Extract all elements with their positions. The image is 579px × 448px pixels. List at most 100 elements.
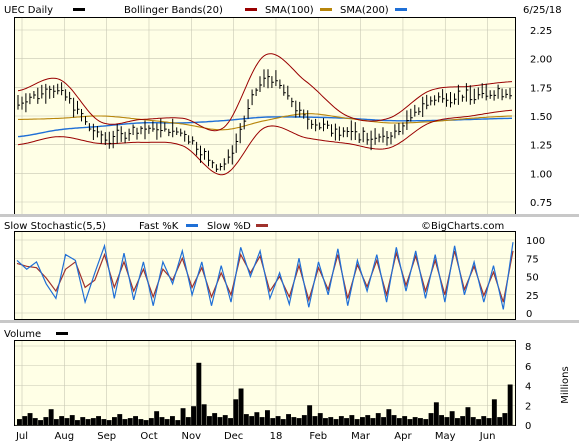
volume-bar <box>333 419 339 425</box>
x-tick-label: Oct <box>140 431 157 442</box>
volume-bar <box>344 418 349 425</box>
sma200-swatch <box>395 8 407 11</box>
price-y-tick-label: 1.00 <box>530 169 552 180</box>
x-tick-label: May <box>435 431 456 442</box>
volume-bar <box>307 405 313 426</box>
x-tick-label: Feb <box>309 431 327 442</box>
volume-bar <box>270 418 276 425</box>
volume-bar <box>101 419 107 425</box>
volume-bar <box>349 415 355 425</box>
x-tick-label: Dec <box>224 431 243 442</box>
volume-bar <box>38 420 43 425</box>
volume-bar <box>286 414 291 425</box>
volume-title: Volume <box>4 329 41 340</box>
volume-bar <box>228 418 233 425</box>
volume-bar <box>265 410 270 425</box>
volume-bar <box>412 417 418 425</box>
volume-bar <box>507 384 513 425</box>
volume-bar <box>175 420 181 425</box>
volume-bar <box>486 418 492 425</box>
volume-bar <box>122 419 128 425</box>
volume-bar <box>259 417 265 425</box>
volume-bar <box>106 420 112 425</box>
volume-y-tick-label: 2 <box>525 401 531 412</box>
volume-bar <box>249 416 255 425</box>
volume-bar <box>238 388 244 425</box>
symbol-swatch <box>73 8 85 11</box>
stochastic-panel: 100 75 50 25 0 Slow Stochastic(5,5) Fast %K … <box>4 221 545 320</box>
volume-bar <box>323 418 328 425</box>
sma200-label: SMA(200) <box>340 5 389 16</box>
volume-bar <box>439 415 444 425</box>
x-tick-label: Jun <box>479 431 496 442</box>
volume-bar <box>502 413 508 425</box>
volume-bar <box>196 362 202 425</box>
volume-bar <box>75 420 80 425</box>
stochastic-y-tick-label: 50 <box>526 273 539 284</box>
volume-bar <box>423 419 429 425</box>
volume-bar <box>112 417 117 425</box>
volume-y-tick-label: 4 <box>525 382 531 393</box>
stochastic-legend: Slow Stochastic(5,5) Fast %K Slow %D ©Bi… <box>4 221 504 232</box>
volume-bar <box>133 416 138 425</box>
fast-k-swatch <box>186 224 198 227</box>
volume-bar <box>354 419 360 425</box>
slow-d-label: Slow %D <box>207 221 251 232</box>
volume-bar <box>460 416 466 425</box>
volume-bar <box>338 416 344 425</box>
volume-bar <box>64 418 70 425</box>
x-tick-label: Sep <box>97 431 116 442</box>
volume-bar <box>470 417 476 425</box>
volume-y-tick-label: 6 <box>525 362 531 373</box>
volume-bar <box>396 418 402 425</box>
volume-bar <box>212 413 218 425</box>
price-y-tick-label: 2.00 <box>530 55 552 66</box>
volume-bar <box>191 406 196 425</box>
volume-swatch <box>56 332 68 335</box>
volume-bar <box>17 419 22 425</box>
bollinger-label: Bollinger Bands(20) <box>124 5 223 16</box>
watermark: ©BigCharts.com <box>421 221 504 232</box>
x-tick-label: 18 <box>270 431 283 442</box>
fast-k-label: Fast %K <box>139 221 179 232</box>
x-tick-label: Apr <box>394 431 412 442</box>
volume-bar <box>217 417 223 425</box>
x-tick-label: Nov <box>182 431 202 442</box>
volume-bar <box>317 413 323 425</box>
volume-panel: 8 6 4 2 0 Volume Millions <box>4 329 571 432</box>
header-legend: UEC Daily Bollinger Bands(20) SMA(100) S… <box>4 5 562 16</box>
volume-bar <box>455 418 460 425</box>
volume-bar <box>143 420 149 425</box>
volume-bar <box>386 409 392 425</box>
volume-bar <box>312 416 318 425</box>
stochastic-title: Slow Stochastic(5,5) <box>4 221 106 232</box>
volume-bar <box>296 418 302 425</box>
volume-bar <box>185 417 191 425</box>
volume-bar <box>444 417 450 425</box>
price-y-tick-label: 1.50 <box>530 112 552 123</box>
volume-bar <box>365 415 371 425</box>
stochastic-y-tick-label: 0 <box>526 309 532 320</box>
price-y-tick-label: 2.25 <box>530 26 552 37</box>
sma100-swatch <box>320 8 332 11</box>
panel-separator-2 <box>0 320 579 323</box>
stochastic-y-tick-label: 75 <box>526 254 539 265</box>
volume-bar <box>96 416 101 425</box>
stochastic-y-tick-label: 25 <box>526 291 539 302</box>
volume-bar <box>449 411 455 425</box>
volume-bar <box>43 417 49 425</box>
x-tick-label: Jul <box>15 431 28 442</box>
volume-bar <box>138 419 144 425</box>
volume-bar <box>32 418 38 425</box>
volume-bar <box>148 418 154 425</box>
price-panel: 2.25 2.00 1.75 1.50 1.25 1.00 0.75 <box>14 17 552 215</box>
volume-bar <box>428 413 434 425</box>
volume-bar <box>180 408 186 425</box>
stochastic-y-axis: 100 75 50 25 0 <box>526 236 545 320</box>
volume-bar <box>465 407 471 425</box>
chart-svg: UEC Daily Bollinger Bands(20) SMA(100) S… <box>0 5 579 442</box>
bollinger-swatch <box>245 8 257 11</box>
volume-bar <box>69 415 75 425</box>
volume-bar <box>402 416 408 425</box>
volume-bar <box>53 419 59 425</box>
